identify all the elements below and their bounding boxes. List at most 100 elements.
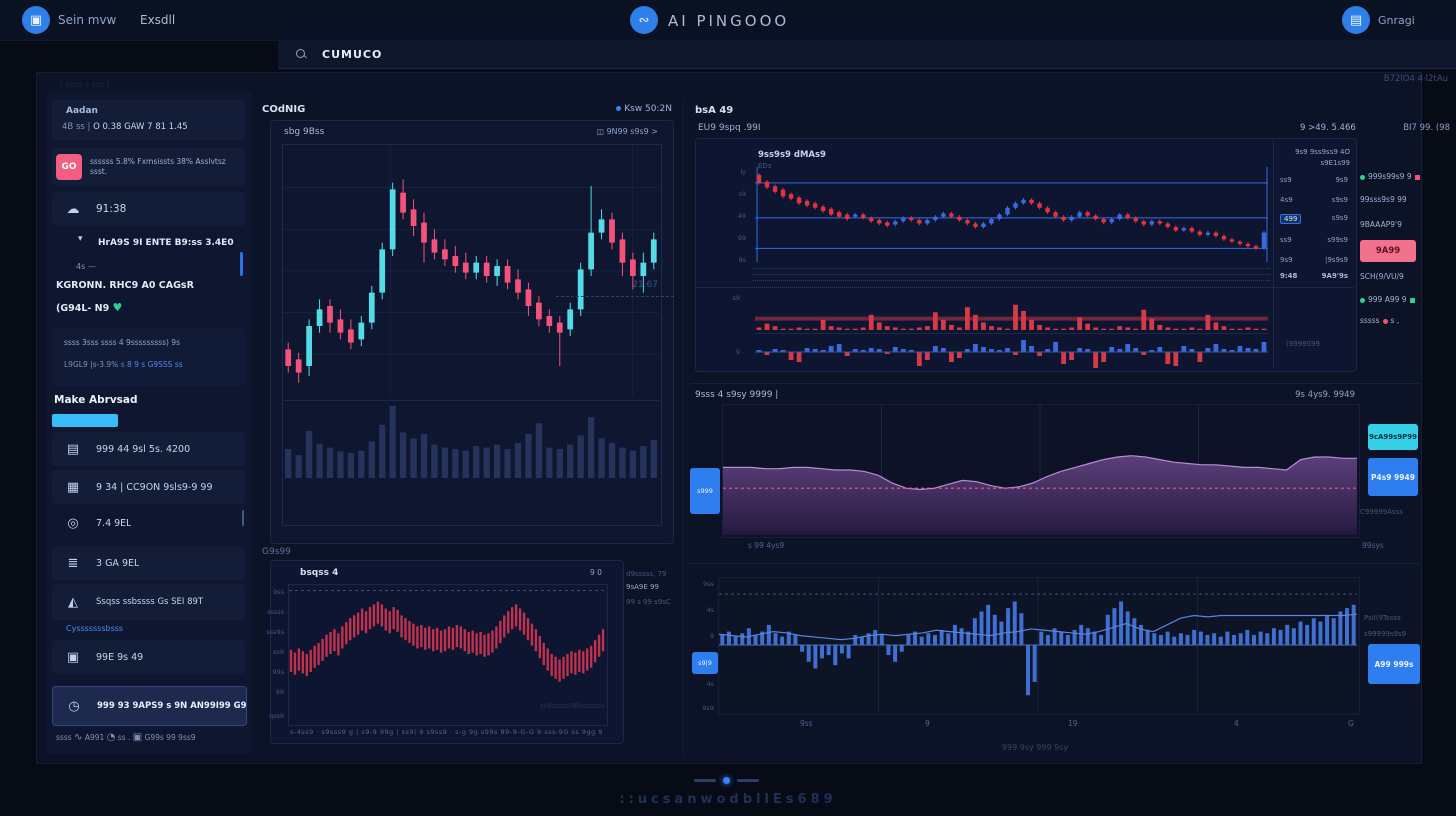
carousel-pagination[interactable] [694,777,764,784]
cloud-icon: ☁ [58,202,88,217]
price-label: 21.67 [600,280,658,290]
right-ylabel: s9 [706,190,746,198]
bottom-blue-button[interactable]: A99 999s [1368,644,1420,684]
right-ylabel: 9s [706,256,746,264]
page-dot-active[interactable] [723,777,730,784]
sidebar-item-media[interactable]: ▣ 99E 9s 49 [52,640,245,674]
page-dash[interactable] [737,779,759,782]
nav-item-1[interactable]: Sein mvw [58,13,116,27]
search-bar[interactable] [278,40,1456,69]
area-chart[interactable] [723,405,1357,535]
ind-ylabel: 9 [716,348,740,356]
footer-brand: ::ucsanwodbllEs689 [0,792,1456,807]
scale-annotation-1: 9s9 9ss9ss9 4O [1278,148,1350,156]
area-cyan-button[interactable]: 9cA99s9P99 [1368,424,1418,450]
right-indicator-2[interactable] [755,336,1268,368]
sidebar-item-signals[interactable]: ◭ Ssqss ssbssss Gs SEI 89T [52,584,245,620]
area-bottom-left-label: s 99 4ys9 [748,541,784,550]
right-panel-title: bsA 49 [695,105,733,116]
rsi-ylabel: ss9 [258,648,284,656]
dotted-row [753,274,1270,275]
legend-item[interactable]: 9BAAAP9'9 [1360,220,1420,229]
right-panel-price: 9 >49. 5.466 [1300,123,1356,133]
bottom-xlabel: 9 [925,719,930,728]
sidebar-item-holdings[interactable]: ▤ 999 44 9sl 5s. 4200 [52,432,245,466]
rsi-ylabel: 9ss [258,588,284,596]
main-card-meta[interactable]: ◫ 9N99 s9s9 > [470,127,658,136]
dotted-row [753,268,1270,269]
right-inner-label: 9ss9s9 dMAs9 [758,150,826,160]
main-volume-chart[interactable] [283,402,659,478]
right-ylabel: 99 [706,234,746,242]
page-dash[interactable] [694,779,716,782]
legend-item[interactable]: ssssss , [1360,316,1420,325]
legend-item[interactable]: 999 A99 9 [1360,295,1420,304]
rsi-ylabel: 99 [258,688,284,696]
right-ylabel: ly [706,168,746,176]
sell-badge[interactable]: 9A99 [1360,240,1416,262]
nav-item-2[interactable]: Exsdll [140,13,175,27]
bottom-left-badge[interactable]: s9|9 [692,652,718,674]
right-panel-session: BI7 99. (98 [1403,123,1450,133]
main-candlestick-chart[interactable] [283,146,659,396]
ind-ylabel: s9 [716,294,740,302]
green-square-icon [1410,298,1415,303]
search-input[interactable] [320,47,624,62]
account-card[interactable]: Aadan 4B ss | O 0.38 GAW 7 81 1.45 [52,100,245,140]
scale-row: 4s9s9s9 [1280,196,1348,204]
right-panel-sub: EU9 9spq .99I [698,123,761,133]
time-label: 91:38 [96,203,126,215]
area-left-badge[interactable]: s999 [690,468,720,514]
bottom-combo-chart[interactable] [719,578,1357,712]
scale-annotation-2: s9E1s99 [1278,159,1350,167]
alert-badge: GO [56,154,82,180]
signals-link[interactable]: Cysssssssbsss [66,624,236,633]
main-card-title: sbg 9Bss [284,127,324,137]
chevron-down-icon: ▾ [78,234,83,244]
search-icon [296,49,306,59]
info-line-2: L9GL9 |s-3.9% [64,360,118,369]
sidebar-item-bank[interactable]: ▦ 9 34 | CC9ON 9sls9-9 99 [52,470,245,504]
app-title: AI PINGOOO [668,12,789,30]
price-line [556,296,674,297]
scale-row: ss9s99s9 [1280,236,1348,244]
gauge-icon[interactable]: ◔ [107,732,116,743]
app-logo-icon[interactable]: ▣ [22,6,50,34]
account-line: 4B ss | [62,122,90,132]
scale-row: ss99s9 [1280,176,1348,184]
sidebar-item-active[interactable]: ◷ 999 93 9APS9 s 9N AN99I99 G9N [52,686,247,726]
right-candlestick-chart[interactable] [755,167,1268,262]
sidebar-item-layers[interactable]: ≣ 3 GA 9EL [52,546,245,580]
rsi-title: bsqss 4 [300,568,338,578]
legend-item[interactable]: 99sss9s9 99 [1360,195,1420,204]
sidebar-alert-row[interactable]: GO ssssss 5.8% Fxmsissts 38% Asslvtsz ss… [52,148,245,186]
sidebar-info-card: ssss 3sss ssss 4 9sssssssss) 9s L9GL9 |s… [52,328,245,386]
right-indicator-1[interactable] [755,292,1268,330]
frame-faint-note: ( ssss s sss ) [60,80,110,89]
center-logo-icon[interactable]: ∾ [630,6,658,34]
sidebar-scrollbar[interactable] [240,252,243,276]
chat-icon[interactable]: ▣ [133,732,142,743]
legend-item[interactable]: 999s99s9 9 [1360,172,1420,181]
heart-icon: ♥ [113,301,123,314]
bottom-rail-1: PsII(9Tssss [1364,614,1422,622]
sidebar-scrollbar-tick[interactable] [242,510,244,526]
sidebar-entry-block[interactable]: ▾ HrA9S 9I ENTE B9:ss 3.4E0 4s — [52,230,245,282]
rsi-ylabel: sss9s [258,628,284,636]
account-icon[interactable]: ▤ [1342,6,1370,34]
rsi-rail-2: 9sA9E 99 [626,583,672,591]
account-label[interactable]: Gnragi [1378,14,1415,27]
sidebar-time-row[interactable]: ☁ 91:38 [52,192,245,226]
area-blue-button[interactable]: P4s9 9949 [1368,458,1418,496]
sidebar-item-power[interactable]: ◎ 7.4 9EL [52,508,245,538]
wave-icon[interactable]: ∿ [74,732,82,743]
area-note: C99999Asss [1360,508,1420,516]
volume-divider [283,400,659,401]
top-bar: ▣ Sein mvw Exsdll ∾ AI PINGOOO ▤ Gnragi [0,0,1456,41]
scale-divider [1273,140,1274,368]
rsi-rail-1: d9sssss, 79 [626,570,672,578]
legend-item[interactable]: SCH(9/VU/9 [1360,272,1420,281]
area-bottom-right-label: 99sys [1362,541,1384,550]
bottom-ylabel: 4s [692,680,714,688]
info-link[interactable]: s 8 9 s G9SSS ss [121,360,183,369]
